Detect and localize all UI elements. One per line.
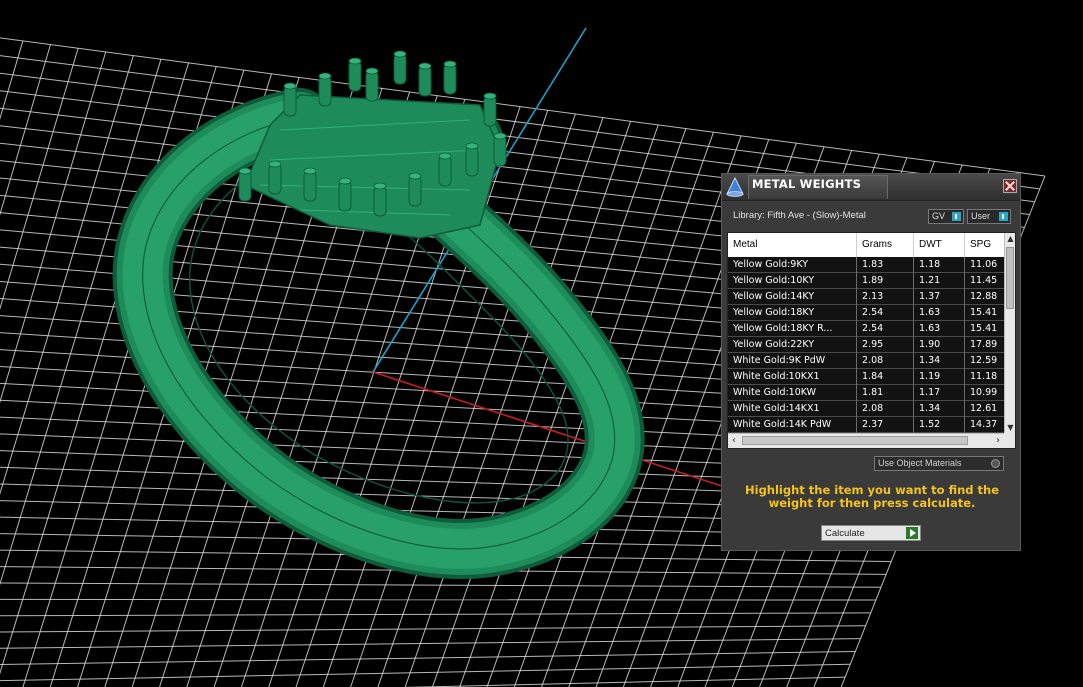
use-object-materials-label: Use Object Materials [878, 458, 962, 468]
cell-dwt: 1.34 [914, 353, 965, 369]
cell-grams: 2.08 [857, 353, 914, 369]
cell-dwt: 1.63 [914, 321, 965, 337]
cell-spg: 15.41 [970, 323, 998, 334]
app-logo-icon [726, 176, 744, 197]
library-label: Library: Fifth Ave - (Slow)-Metal [733, 210, 866, 221]
cell-spg: 12.61 [970, 403, 998, 414]
cell-grams: 2.54 [857, 321, 914, 337]
cell-metal: Yellow Gold:14KY [728, 289, 857, 305]
table-body: Yellow Gold:9KY 1.83 1.18 11.06 Yellow Gold:… [728, 257, 1004, 433]
cell-grams: 2.95 [857, 337, 914, 353]
cell-spg: 10.99 [970, 387, 998, 398]
cell-spg: 14.37 [970, 419, 998, 430]
radio-icon[interactable] [991, 459, 1000, 468]
scroll-up-icon[interactable]: ▲ [1005, 233, 1015, 244]
scroll-right-icon[interactable]: › [992, 434, 1004, 448]
cell-grams: 1.83 [857, 257, 914, 273]
cell-dwt: 1.18 [914, 257, 965, 273]
scroll-left-icon[interactable]: ‹ [728, 434, 740, 448]
table-row[interactable]: White Gold:10KX1 1.84 1.19 11.18 [728, 369, 1004, 385]
scroll-down-icon[interactable]: ▼ [1005, 422, 1015, 433]
gv-toggle-label: GV [932, 211, 946, 221]
info-icon [952, 212, 961, 221]
column-header-metal[interactable]: Metal [728, 233, 857, 257]
user-toggle-label: User [971, 211, 991, 221]
table-row[interactable]: White Gold:10KW 1.81 1.17 10.99 [728, 385, 1004, 401]
cell-dwt: 1.34 [914, 401, 965, 417]
cell-spg: 11.06 [970, 259, 998, 270]
play-icon [906, 527, 918, 539]
cell-dwt: 1.90 [914, 337, 965, 353]
table-row[interactable]: Yellow Gold:14KY 2.13 1.37 12.88 [728, 289, 1004, 305]
gv-toggle[interactable]: GV [928, 209, 964, 224]
cell-metal: White Gold:9K PdW [728, 353, 857, 369]
cell-spg: 12.88 [970, 291, 998, 302]
info-icon [999, 212, 1008, 221]
cell-metal: White Gold:10KX1 [728, 369, 857, 385]
column-header-dwt[interactable]: DWT [914, 233, 965, 257]
cell-dwt: 1.21 [914, 273, 965, 289]
table-row[interactable]: Yellow Gold:18KY 2.54 1.63 15.41 [728, 305, 1004, 321]
cell-metal: White Gold:14KX1 [728, 401, 857, 417]
panel-title: METAL WEIGHTS [752, 177, 862, 191]
cell-metal: Yellow Gold:18KY R... [728, 321, 857, 337]
table-row[interactable]: White Gold:14K PdW 2.37 1.52 14.37 [728, 417, 1004, 433]
cell-grams: 1.81 [857, 385, 914, 401]
table-header: Metal Grams DWT SPG [728, 233, 1004, 257]
horizontal-scrollbar[interactable]: ‹ › [728, 433, 1004, 448]
cell-metal: Yellow Gold:22KY [728, 337, 857, 353]
scrollbar-corner [1004, 433, 1015, 448]
cell-grams: 1.89 [857, 273, 914, 289]
cell-metal: Yellow Gold:9KY [728, 257, 857, 273]
table-row[interactable]: Yellow Gold:22KY 2.95 1.90 17.89 [728, 337, 1004, 353]
cell-spg: 11.18 [970, 371, 998, 382]
close-button[interactable] [1003, 179, 1017, 193]
cell-grams: 2.37 [857, 417, 914, 433]
panel-titlebar[interactable]: METAL WEIGHTS [722, 174, 1020, 201]
calculate-label: Calculate [825, 528, 865, 539]
table-row[interactable]: Yellow Gold:10KY 1.89 1.21 11.45 [728, 273, 1004, 289]
cell-spg: 17.89 [970, 339, 998, 350]
table-row[interactable]: Yellow Gold:9KY 1.83 1.18 11.06 [728, 257, 1004, 273]
vertical-scroll-thumb[interactable] [1006, 247, 1014, 309]
table-row[interactable]: White Gold:14KX1 2.08 1.34 12.61 [728, 401, 1004, 417]
column-header-grams[interactable]: Grams [857, 233, 914, 257]
cell-spg: 11.45 [970, 275, 998, 286]
cell-dwt: 1.63 [914, 305, 965, 321]
instruction-text: Highlight the item you want to find the … [745, 483, 999, 510]
cell-dwt: 1.37 [914, 289, 965, 305]
metal-weights-panel: METAL WEIGHTS Library: Fifth Ave - (Slow… [721, 173, 1021, 551]
column-header-spg[interactable]: SPG [965, 233, 1004, 257]
cell-metal: Yellow Gold:18KY [728, 305, 857, 321]
vertical-scrollbar[interactable]: ▲ ▼ [1004, 233, 1015, 433]
user-toggle[interactable]: User [967, 209, 1011, 224]
cell-grams: 2.54 [857, 305, 914, 321]
table-row[interactable]: White Gold:9K PdW 2.08 1.34 12.59 [728, 353, 1004, 369]
table-row[interactable]: Yellow Gold:18KY R... 2.54 1.63 15.41 [728, 321, 1004, 337]
cell-metal: Yellow Gold:10KY [728, 273, 857, 289]
use-object-materials-option[interactable]: Use Object Materials [874, 456, 1004, 471]
cell-grams: 2.08 [857, 401, 914, 417]
cell-metal: White Gold:14K PdW [728, 417, 857, 433]
metal-table: Metal Grams DWT SPG Yellow Gold:9KY 1.83 1… [727, 232, 1016, 449]
cell-spg: 12.59 [970, 355, 998, 366]
cell-grams: 1.84 [857, 369, 914, 385]
calculate-button[interactable]: Calculate [821, 525, 921, 541]
cell-grams: 2.13 [857, 289, 914, 305]
cell-dwt: 1.19 [914, 369, 965, 385]
cell-dwt: 1.17 [914, 385, 965, 401]
cell-spg: 15.41 [970, 307, 998, 318]
cell-dwt: 1.52 [914, 417, 965, 433]
horizontal-scroll-thumb[interactable] [742, 436, 968, 445]
cell-metal: White Gold:10KW [728, 385, 857, 401]
